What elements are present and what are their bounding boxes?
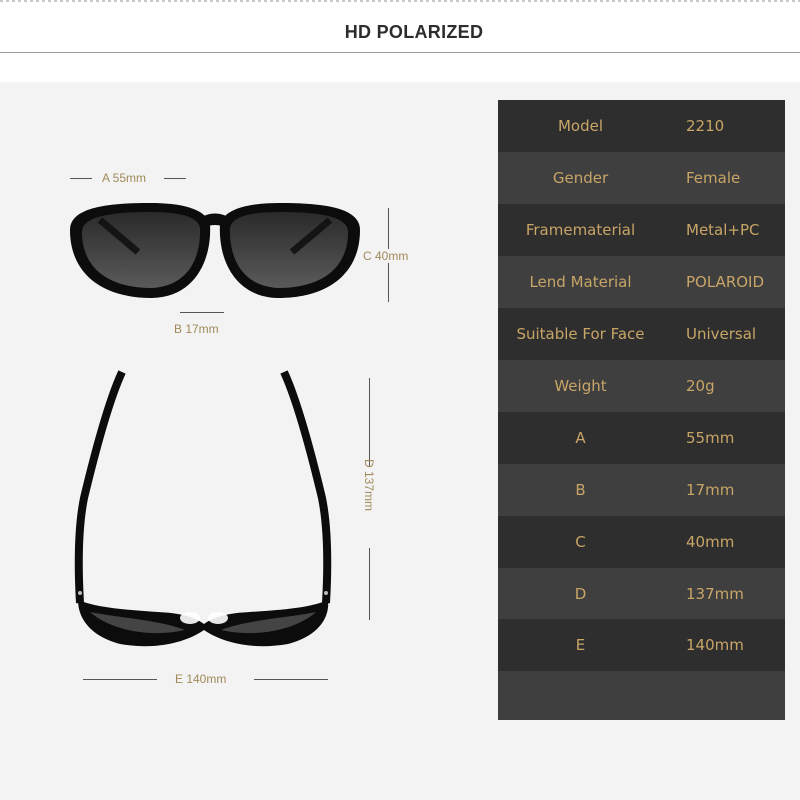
spec-value: 137mm	[686, 585, 744, 603]
spec-value: 40mm	[686, 533, 735, 551]
spec-label: D	[574, 585, 587, 603]
spec-label: A	[575, 429, 586, 447]
dotted-top-border	[0, 0, 800, 2]
heading-rule	[0, 52, 800, 53]
spec-row: Suitable For Face Universal	[498, 308, 785, 360]
page-heading: HD POLARIZED	[344, 22, 484, 42]
spec-row: Model 2210	[498, 100, 785, 152]
spec-value: 55mm	[686, 429, 735, 447]
dim-c-label: C 40mm	[363, 249, 409, 263]
dim-d-line-top	[369, 378, 370, 466]
spec-label: Model	[557, 117, 604, 135]
dim-a-line-left	[70, 178, 92, 179]
spec-label: Weight	[554, 377, 607, 395]
spec-value: 17mm	[686, 481, 735, 499]
dim-e-label: E 140mm	[175, 672, 227, 686]
spec-row-empty	[498, 671, 785, 720]
dim-e-line-left	[83, 679, 157, 680]
spec-label: E	[575, 636, 586, 654]
spec-label: Suitable For Face	[516, 325, 645, 343]
spec-value: 2210	[686, 117, 725, 135]
dim-b-label: B 17mm	[174, 322, 219, 336]
spec-value: 20g	[686, 377, 715, 395]
spec-label: C	[575, 533, 586, 551]
spec-value: Female	[686, 169, 741, 187]
spec-label: Gender	[552, 169, 609, 187]
spec-row: Weight 20g	[498, 360, 785, 412]
dim-d-line-bottom	[369, 548, 370, 620]
sunglasses-top-image	[74, 370, 332, 647]
spec-row: A 55mm	[498, 412, 785, 464]
spec-value: POLAROID	[686, 273, 765, 291]
sunglasses-front-image	[70, 203, 360, 298]
spec-label: Framematerial	[525, 221, 636, 239]
spec-value: 140mm	[686, 636, 744, 654]
spec-value: Metal+PC	[686, 221, 760, 239]
spec-row: Framematerial Metal+PC	[498, 204, 785, 256]
dim-e-line-right	[254, 679, 328, 680]
dim-d-label: D 137mm	[362, 459, 376, 512]
spec-row: E 140mm	[498, 619, 785, 671]
dim-a-label: A 55mm	[102, 171, 147, 185]
spec-value: Universal	[686, 325, 757, 343]
spec-label: Lend Material	[529, 273, 632, 291]
spec-row: Gender Female	[498, 152, 785, 204]
spec-table: Model 2210 Gender Female Framematerial Metal+…	[498, 100, 785, 720]
spec-row: C 40mm	[498, 516, 785, 568]
dim-b-line	[180, 312, 224, 313]
spec-row: B 17mm	[498, 464, 785, 516]
dim-a-line-right	[164, 178, 186, 179]
spec-row: D 137mm	[498, 568, 785, 620]
spec-row: Lend Material POLAROID	[498, 256, 785, 308]
spec-label: B	[575, 481, 586, 499]
